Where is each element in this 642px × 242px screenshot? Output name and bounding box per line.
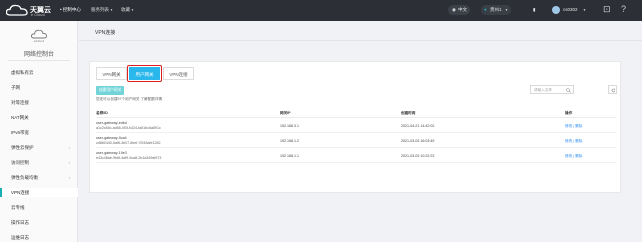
col-gateway-ip: 网关IP xyxy=(280,111,291,115)
row-actions[interactable]: 修改 | 删除 xyxy=(565,124,582,129)
chevron-right-icon: › xyxy=(68,160,70,165)
svg-text:eCloud: eCloud xyxy=(34,39,45,43)
row-actions[interactable]: 修改 | 删除 xyxy=(565,154,582,159)
nav-service-list[interactable]: 服务列表▼ xyxy=(91,7,113,13)
nav-service-list-label: 服务列表 xyxy=(91,7,109,12)
language-label: 中文 xyxy=(458,7,467,12)
sidebar-item-vpc[interactable]: 虚拟私有云 xyxy=(0,68,78,77)
help-icon[interactable]: ? xyxy=(621,4,626,14)
region-label: 贵州1 xyxy=(490,7,502,12)
search-input[interactable]: 请输入名称 xyxy=(530,85,574,94)
sidebar-item-label: 弹性云保护 xyxy=(11,145,34,150)
gateway-ip: 192.168.3.1 xyxy=(280,123,299,128)
sidebar-item-label: 运维日志 xyxy=(11,235,29,240)
chevron-right-icon: › xyxy=(68,175,70,180)
chevron-down-icon: ▼ xyxy=(505,8,508,12)
tab-vpn-gateway[interactable]: VPN网关 xyxy=(96,67,127,80)
chevron-right-icon: › xyxy=(68,145,70,150)
language-globe-icon: ◉ xyxy=(452,7,456,12)
nav-favorites[interactable]: 收藏▼ xyxy=(121,7,134,13)
tab-highlight-box xyxy=(127,65,162,82)
table-row: user-gateway-19e3 e43c48ab-9b6f-4af9-9ca… xyxy=(96,149,616,163)
main-content: VPN连接 VPN网关 用户网关 VPN连接 创建用户网关 您还可以创建97个用… xyxy=(79,21,642,242)
sidebar: eCloud 网络控制台 虚拟私有云 子网 对等连接 NAT网关 IPv6带宽 … xyxy=(0,21,78,242)
sidebar-item-label: VPN连接 xyxy=(11,190,30,195)
chevron-down-icon: ▼ xyxy=(131,8,134,12)
brand-name-en: e Cloud xyxy=(31,13,45,17)
chevron-down-icon: ▼ xyxy=(583,8,586,12)
col-name-id: 名称/ID xyxy=(96,111,108,115)
sidebar-item-label: 操作日志 xyxy=(11,220,29,225)
search-placeholder: 请输入名称 xyxy=(534,88,552,92)
cart-icon[interactable]: ⊡ xyxy=(603,4,611,15)
sidebar-item-label: 虚拟私有云 xyxy=(11,70,34,75)
gateway-id: a1c2c65c-ad58-4f3f-b324-fa51bc6a891c xyxy=(96,125,161,130)
refresh-icon xyxy=(611,87,615,92)
top-bar: 天翼云 e Cloud • 控制中心 服务列表▼ 收藏▼ ◉ 中文 ● 贵州1 … xyxy=(0,0,642,21)
sidebar-item-nat[interactable]: NAT网关 xyxy=(0,113,78,122)
created-time: 2021-03-03 10:22:23 xyxy=(401,153,435,158)
user-name[interactable]: cs0302 xyxy=(563,7,578,12)
sidebar-item-eip[interactable]: 弹性云保护 › xyxy=(0,143,78,152)
created-time: 2021-03-03 16:03:49 xyxy=(401,138,435,143)
col-created-time: 创建时间 xyxy=(401,111,416,115)
sidebar-item-label: IPv6带宽 xyxy=(11,130,30,135)
col-operations: 操作 xyxy=(565,111,573,115)
tab-label: VPN连接 xyxy=(169,72,188,77)
create-user-gateway-button[interactable]: 创建用户网关 xyxy=(96,86,124,95)
sidebar-item-elb[interactable]: 弹性负载均衡 › xyxy=(0,173,78,182)
sidebar-item-label: 子网 xyxy=(11,85,20,90)
gateway-name: user-gateway-9ca4 xyxy=(96,135,127,140)
network-console-logo-icon: eCloud xyxy=(31,29,47,43)
table-row: user-gateway-edbd a1c2c65c-ad58-4f3f-b32… xyxy=(96,119,616,133)
sidebar-item-label: NAT网关 xyxy=(11,115,29,120)
console-link[interactable]: • 控制中心 xyxy=(60,7,81,13)
quota-hint-text: 您还可以创建97个用户网关 了解配额详情 xyxy=(96,97,163,101)
table-header: 名称/ID 网关IP 创建时间 操作 xyxy=(96,108,616,118)
sidebar-item-label: 弹性负载均衡 xyxy=(11,175,38,180)
gateway-id: e43c48ab-9b6f-4af9-9ca8-2b1a349af973 xyxy=(96,155,162,160)
quota-hint: 您还可以创建97个用户网关 了解配额详情 xyxy=(96,97,162,102)
sidebar-item-label: 访问控制 xyxy=(11,160,29,165)
sidebar-item-operation-log[interactable]: 操作日志 xyxy=(0,218,78,227)
nav-favorites-label: 收藏 xyxy=(121,7,130,12)
sidebar-item-subnet[interactable]: 子网 xyxy=(0,83,78,92)
sidebar-item-label: 云专线 xyxy=(11,205,25,210)
table-row: user-gateway-9ca4 cd860440-5af6-4b07-8ee… xyxy=(96,134,616,148)
sidebar-item-access-control[interactable]: 访问控制 › xyxy=(0,158,78,167)
gateway-panel: VPN网关 用户网关 VPN连接 创建用户网关 您还可以创建97个用户网关 了解… xyxy=(89,61,621,193)
sidebar-divider xyxy=(8,60,70,61)
refresh-button[interactable] xyxy=(608,85,617,94)
tab-label: VPN网关 xyxy=(102,72,121,77)
chevron-down-icon: ▼ xyxy=(110,8,113,12)
gateway-name: user-gateway-19e3 xyxy=(96,150,127,155)
sidebar-title: 网络控制台 xyxy=(23,52,54,58)
avatar[interactable] xyxy=(552,6,560,14)
notification-icon[interactable]: ▮ xyxy=(533,7,535,13)
gateway-ip: 192.168.1.2 xyxy=(280,138,299,143)
sidebar-item-vpn[interactable]: VPN连接 xyxy=(0,188,78,197)
page-title: VPN连接 xyxy=(95,30,116,36)
row-actions[interactable]: 修改 | 删除 xyxy=(565,139,582,144)
cloud-logo-icon xyxy=(6,4,28,16)
gateway-id: cd860440-5af6-4b07-8eef-7f245afe1282 xyxy=(96,140,161,145)
title-divider xyxy=(79,40,642,41)
sidebar-item-peering[interactable]: 对等连接 xyxy=(0,98,78,107)
gateway-ip: 192.168.1.1 xyxy=(280,153,299,158)
sidebar-item-direct-connect[interactable]: 云专线 xyxy=(0,203,78,212)
created-time: 2021-04-21 14:42:02 xyxy=(401,123,435,128)
location-icon: ● xyxy=(484,7,487,12)
sidebar-item-ipv6[interactable]: IPv6带宽 xyxy=(0,128,78,137)
tab-vpn-connection[interactable]: VPN连接 xyxy=(163,67,194,80)
search-icon[interactable] xyxy=(566,87,571,93)
gateway-name: user-gateway-edbd xyxy=(96,120,127,125)
sidebar-item-ops-log[interactable]: 运维日志 xyxy=(0,233,78,242)
sidebar-item-label: 对等连接 xyxy=(11,100,29,105)
